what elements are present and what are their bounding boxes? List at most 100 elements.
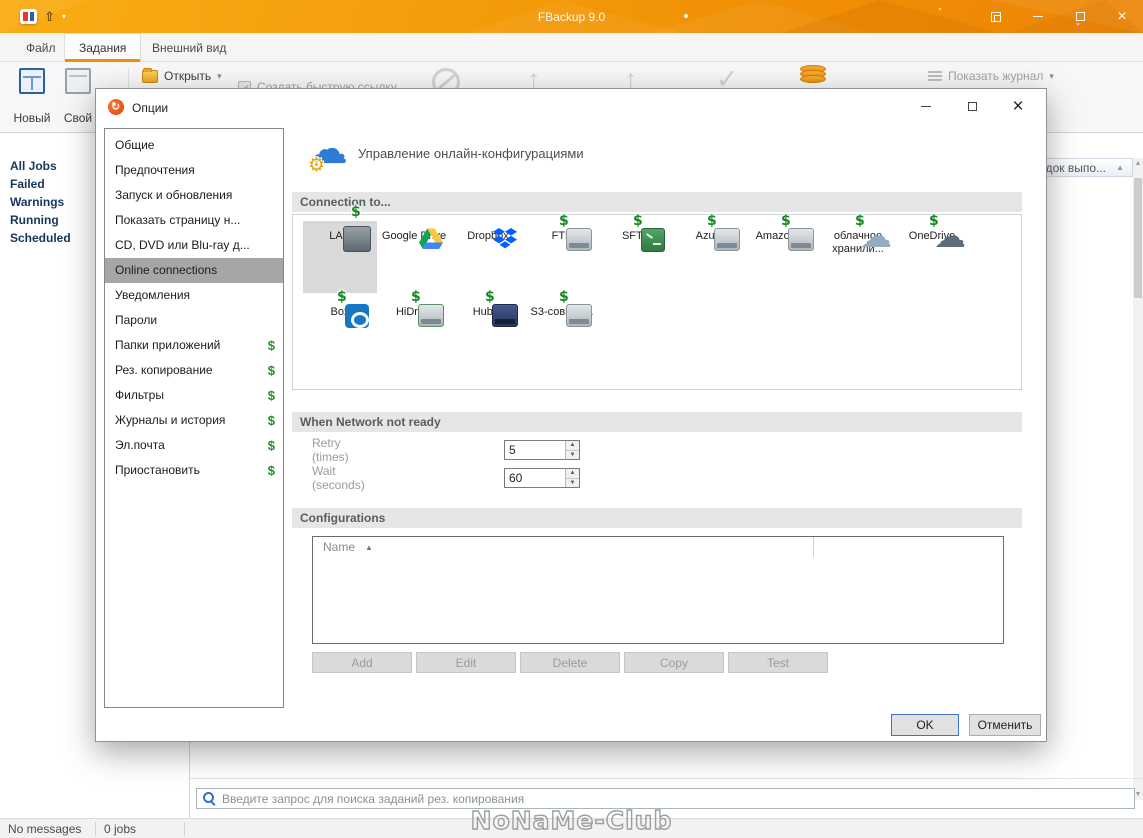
configurations-table[interactable]: Name ▲ <box>312 536 1004 644</box>
dollar-icon <box>268 408 275 433</box>
titlebar: ⇧ ▾ FBackup 9.0 × <box>0 0 1143 33</box>
fullscreen-icon[interactable] <box>975 0 1017 33</box>
cloud-gear-icon <box>306 124 352 176</box>
scroll-up-icon[interactable]: ▲ <box>1133 160 1143 167</box>
connection-tile-amazon-s3[interactable]: Amazon S3 <box>747 221 821 293</box>
nav-item-preferences[interactable]: Предпочтения <box>105 158 283 183</box>
nav-item-email[interactable]: Эл.почта <box>105 433 283 458</box>
menubar: Файл Задания Внешний вид <box>0 33 1143 62</box>
nav-item-online-connections[interactable]: Online connections <box>105 258 283 283</box>
ok-button[interactable]: OK <box>891 714 959 736</box>
nav-item-passwords[interactable]: Пароли <box>105 308 283 333</box>
page-title: Управление онлайн-конфигурациями <box>358 146 584 161</box>
options-content: Управление онлайн-конфигурациями Connect… <box>292 124 1022 708</box>
nav-item-backup[interactable]: Рез. копирование <box>105 358 283 383</box>
spinner-up-icon[interactable]: ▲ <box>566 469 579 479</box>
retry-label: Retry (times) <box>312 436 349 464</box>
retry-stepper: ▲ ▼ <box>504 440 580 460</box>
connection-tile-box[interactable]: Box <box>303 297 377 369</box>
spinner-down-icon[interactable]: ▼ <box>566 450 579 459</box>
connection-tile-dropbox[interactable]: Dropbox <box>451 221 525 293</box>
custom-job-button[interactable]: Свой <box>58 65 98 129</box>
nav-item-pause[interactable]: Приостановить <box>105 458 283 483</box>
spinner-up-icon[interactable]: ▲ <box>566 441 579 451</box>
nav-item-cd-dvd[interactable]: CD, DVD или Blu-ray д... <box>105 233 283 258</box>
dialog-title: Опции <box>132 101 169 115</box>
scrollbar: ▲ ▼ <box>1133 158 1143 800</box>
quick-access-up-arrow-icon[interactable]: ⇧ <box>44 10 55 23</box>
scrollbar-thumb[interactable] <box>1134 178 1142 298</box>
maximize-icon[interactable] <box>1059 0 1101 33</box>
test-button[interactable]: Test <box>728 652 828 673</box>
dialog-close-icon[interactable]: × <box>1004 93 1032 119</box>
database-stack-icon[interactable] <box>800 65 826 83</box>
cancel-button[interactable]: Отменить <box>969 714 1041 736</box>
quick-access-caret-icon[interactable]: ▾ <box>62 12 66 21</box>
new-document-icon <box>19 68 45 94</box>
connection-tile-ftp[interactable]: FTP <box>525 221 599 293</box>
tab-jobs[interactable]: Задания <box>64 33 142 62</box>
connection-tile-azure[interactable]: Azure <box>673 221 747 293</box>
titlebar-decoration <box>0 0 1143 33</box>
connection-panel: LAN Google Drive <box>292 214 1022 390</box>
connection-tile-google-drive[interactable]: Google Drive <box>377 221 451 293</box>
options-icon <box>108 99 124 115</box>
nav-item-logs-history[interactable]: Журналы и история <box>105 408 283 433</box>
nav-item-startup[interactable]: Запуск и обновления <box>105 183 283 208</box>
add-button[interactable]: Add <box>312 652 412 673</box>
dollar-icon <box>268 458 275 483</box>
column-header-label: ядок выпо... <box>1039 160 1106 175</box>
connection-tile-cloud-storage[interactable]: облачное хранили... <box>821 221 895 293</box>
connection-tile-onedrive[interactable]: OneDrive <box>895 221 969 293</box>
search-icon <box>203 792 216 805</box>
section-connection: Connection to... <box>292 192 1022 212</box>
nav-item-app-folders[interactable]: Папки приложений <box>105 333 283 358</box>
chevron-down-icon: ▾ <box>217 70 222 81</box>
nav-item-filters[interactable]: Фильтры <box>105 383 283 408</box>
sort-asc-icon: ▲ <box>1116 163 1124 172</box>
open-button[interactable]: Открыть ▾ <box>142 67 222 83</box>
retry-input[interactable] <box>505 441 565 459</box>
tab-view[interactable]: Внешний вид <box>138 33 240 62</box>
dollar-icon <box>268 383 275 408</box>
wait-stepper: ▲ ▼ <box>504 468 580 488</box>
search-bar <box>196 788 1135 809</box>
tab-file[interactable]: Файл <box>12 33 70 62</box>
list-icon <box>928 70 942 82</box>
connection-tile-hubic[interactable]: HubiC <box>451 297 525 369</box>
column-name-header[interactable]: Name <box>323 540 355 554</box>
wait-input[interactable] <box>505 469 565 487</box>
connection-tile-sftp[interactable]: SFTP <box>599 221 673 293</box>
content-divider <box>190 778 1143 779</box>
search-input[interactable] <box>222 791 1128 806</box>
status-messages: No messages <box>8 821 82 836</box>
spinner-down-icon[interactable]: ▼ <box>566 478 579 487</box>
copy-button[interactable]: Copy <box>624 652 724 673</box>
connection-tile-s3-compatible[interactable]: S3-совмес... <box>525 297 599 369</box>
show-log-button[interactable]: Показать журнал ▾ <box>928 69 1054 83</box>
delete-button[interactable]: Delete <box>520 652 620 673</box>
sort-asc-icon: ▲ <box>365 543 373 552</box>
new-job-button[interactable]: Новый <box>8 65 56 129</box>
app-icon <box>20 9 37 24</box>
chevron-down-icon: ▾ <box>1049 70 1054 81</box>
nav-item-general[interactable]: Общие <box>105 133 283 158</box>
nav-item-notifications[interactable]: Уведомления <box>105 283 283 308</box>
wait-label: Wait (seconds) <box>312 464 365 492</box>
status-jobs-count: 0 jobs <box>104 821 137 836</box>
connection-tile-lan[interactable]: LAN <box>303 221 377 293</box>
dollar-icon <box>268 433 275 458</box>
minimize-icon[interactable] <box>1017 0 1059 33</box>
connection-tile-hidrive[interactable]: HiDrive <box>377 297 451 369</box>
column-divider[interactable] <box>813 537 814 557</box>
close-icon[interactable]: × <box>1101 0 1143 33</box>
dialog-maximize-icon[interactable] <box>958 93 986 119</box>
dialog-minimize-icon[interactable] <box>912 93 940 119</box>
dollar-icon <box>268 358 275 383</box>
options-dialog: Опции × Общие Предпочтения Запуск и обно… <box>95 88 1047 742</box>
dollar-icon <box>268 333 275 358</box>
window-icon <box>65 68 91 94</box>
edit-button[interactable]: Edit <box>416 652 516 673</box>
nav-item-show-page[interactable]: Показать страницу н... <box>105 208 283 233</box>
section-configurations: Configurations <box>292 508 1022 528</box>
